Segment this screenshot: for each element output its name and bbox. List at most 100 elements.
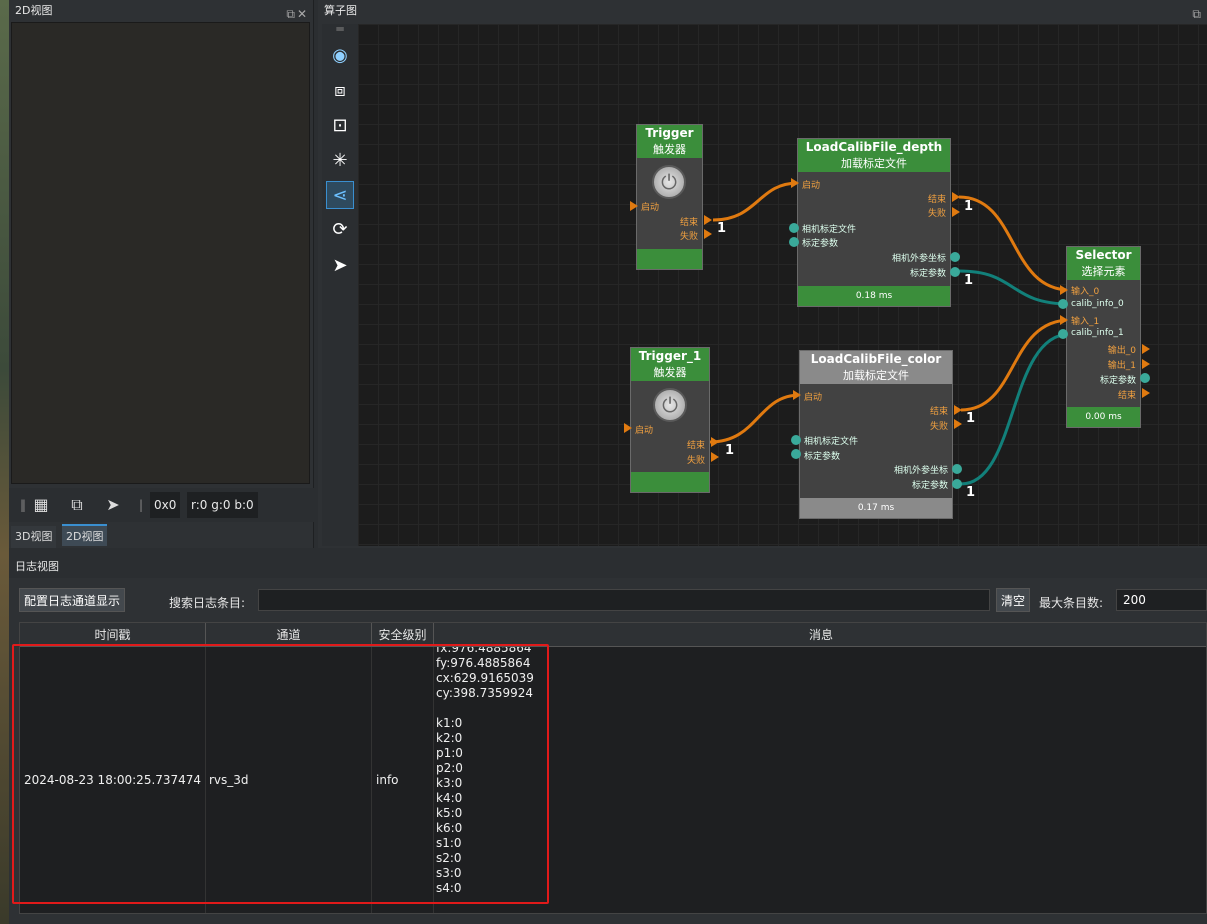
refresh-icon[interactable]: ⟳ <box>326 216 354 244</box>
port-end: 结束 <box>686 441 705 451</box>
pin-out[interactable] <box>952 464 962 474</box>
node-color-time: 0.17 ms <box>800 498 952 518</box>
pin-out[interactable] <box>711 452 719 462</box>
pin-out[interactable] <box>711 437 719 447</box>
toolbar-handle-icon[interactable]: ═ <box>326 23 354 38</box>
node-load-calib-color[interactable]: LoadCalibFile_color 加载标定文件 启动 结束 失败 相机标定文… <box>799 350 953 519</box>
col-message[interactable]: 消息 <box>434 623 1206 647</box>
fit-view-icon[interactable]: ⧈ <box>326 77 354 105</box>
node-trigger-1-head: Trigger_1 触发器 <box>631 348 709 381</box>
port-start: 启动 <box>804 393 823 403</box>
port-end: 结束 <box>929 407 948 417</box>
power-icon[interactable]: ⏻ <box>652 165 686 199</box>
node-selector[interactable]: Selector 选择元素 输入_0 calib_info_0 输入_1 cali… <box>1066 246 1141 428</box>
panel-2d-title-text: 2D视图 <box>15 4 53 17</box>
pin-in[interactable] <box>789 237 799 247</box>
pin-in[interactable] <box>791 435 801 445</box>
node-trigger[interactable]: Trigger 触发器 ⏻ 启动 结束 失败 <box>636 124 703 270</box>
node-selector-head: Selector 选择元素 <box>1067 247 1140 280</box>
pin-out[interactable] <box>952 479 962 489</box>
pin-out[interactable] <box>1140 373 1150 383</box>
pin-out[interactable] <box>952 192 960 202</box>
port-input-1: 输入_1 <box>1071 317 1100 327</box>
pin-in[interactable] <box>791 178 799 188</box>
tab-3d-view[interactable]: 3D视图 <box>11 526 57 548</box>
pin-in[interactable] <box>1060 315 1068 325</box>
search-label: 搜索日志条目: <box>169 596 246 610</box>
node-depth-sub: 加载标定文件 <box>841 157 907 170</box>
pin-out[interactable] <box>1142 359 1150 369</box>
pin-out[interactable] <box>952 207 960 217</box>
port-start: 启动 <box>641 203 660 213</box>
eye-icon[interactable]: ◉ <box>326 42 354 70</box>
pin-out[interactable] <box>1142 344 1150 354</box>
max-entries-input[interactable]: 200 <box>1116 589 1207 611</box>
pin-out[interactable] <box>954 405 962 415</box>
config-log-channels-button[interactable]: 配置日志通道显示 <box>19 588 126 612</box>
rgb-readout: r:0 g:0 b:0 <box>187 492 258 518</box>
windows-icon[interactable]: ⧉ <box>65 493 89 517</box>
node-selector-time: 0.00 ms <box>1067 407 1140 427</box>
pin-in[interactable] <box>791 449 801 459</box>
node-load-calib-depth[interactable]: LoadCalibFile_depth 加载标定文件 启动 结束 失败 相机标定文… <box>797 138 951 307</box>
pin-in[interactable] <box>1060 285 1068 295</box>
graph-title: 算子图 ⧉ <box>318 0 1207 22</box>
pin-out[interactable] <box>950 267 960 277</box>
port-end: 结束 <box>927 195 946 205</box>
clear-button[interactable]: 清空 <box>996 588 1031 612</box>
node-trigger-1[interactable]: Trigger_1 触发器 ⏻ 启动 结束 失败 <box>630 347 710 493</box>
pin-in[interactable] <box>793 390 801 400</box>
layout-icon[interactable]: ▦ <box>29 493 53 517</box>
pin-out[interactable] <box>1142 388 1150 398</box>
desktop-edge <box>0 0 9 924</box>
node-trigger-head: Trigger 触发器 <box>637 125 702 158</box>
pin-in[interactable] <box>1058 329 1068 339</box>
panel-2d-view: 2D视图 ⧉✕ ‖ ▦ ⧉ ➤ | 0x0 r:0 g:0 b:0 3D视图 2… <box>9 0 314 548</box>
graph-canvas[interactable]: Trigger 触发器 ⏻ 启动 结束 失败 1 Trigger_1 触发器 ⏻ 启… <box>358 24 1207 546</box>
cursor-icon[interactable]: ➤ <box>326 252 354 280</box>
port-param-in: 标定参数 <box>802 239 839 249</box>
node-footer <box>637 249 702 269</box>
graph-float-icon[interactable]: ⧉ <box>1192 3 1203 25</box>
tab-2d-view[interactable]: 2D视图 <box>62 524 108 546</box>
pin-out[interactable] <box>954 419 962 429</box>
graph-toolbar: ═ ◉ ⧈ ⊡ ✳ ⋖ ⟳ ➤ <box>322 23 358 546</box>
port-calib-file: 相机标定文件 <box>802 225 857 235</box>
cursor-icon[interactable]: ➤ <box>101 493 125 517</box>
zoom-select-icon[interactable]: ⊡ <box>326 112 354 140</box>
node-trigger-sub: 触发器 <box>653 143 686 156</box>
node-trigger-name: Trigger <box>645 126 694 140</box>
node-color-head: LoadCalibFile_color 加载标定文件 <box>800 351 952 384</box>
port-fail: 失败 <box>679 232 698 242</box>
edge-count: 1 <box>966 411 976 426</box>
pin-in[interactable] <box>789 223 799 233</box>
wire-color-param-to-selector <box>960 332 1071 486</box>
edge-count: 1 <box>725 443 735 458</box>
pin-in[interactable] <box>624 423 632 433</box>
wire-depth-end-to-selector <box>958 195 1071 292</box>
port-output-0: 输出_0 <box>1107 346 1136 356</box>
node-trigger-1-sub: 触发器 <box>653 366 687 379</box>
pin-in[interactable] <box>630 201 638 211</box>
operator-graph-panel: 算子图 ⧉ ═ ◉ ⧈ ⊡ ✳ ⋖ ⟳ ➤ Trigger 触发器 ⏻ 启动 结束 … <box>318 0 1207 548</box>
pin-out[interactable] <box>704 229 712 239</box>
port-param-out: 标定参数 <box>909 269 946 279</box>
search-log-input[interactable] <box>258 589 990 611</box>
share-graph-icon[interactable]: ⋖ <box>326 181 354 209</box>
image-view-2d[interactable] <box>11 22 310 484</box>
port-start: 启动 <box>635 426 654 436</box>
node-selector-sub: 选择元素 <box>1081 265 1126 278</box>
pin-out[interactable] <box>704 215 712 225</box>
collapse-icon[interactable]: ✳ <box>326 147 354 175</box>
node-depth-head: LoadCalibFile_depth 加载标定文件 <box>798 139 950 172</box>
size-readout: 0x0 <box>150 492 181 518</box>
edge-count: 1 <box>966 485 976 500</box>
power-icon[interactable]: ⏻ <box>653 388 687 422</box>
port-fail: 失败 <box>686 456 705 466</box>
pin-in[interactable] <box>1058 299 1068 309</box>
node-color-sub: 加载标定文件 <box>843 369 909 382</box>
port-fail: 失败 <box>927 209 946 219</box>
highlight-box <box>12 644 549 904</box>
view-2d-toolbar: ‖ ▦ ⧉ ➤ | 0x0 r:0 g:0 b:0 <box>9 488 314 522</box>
pin-out[interactable] <box>950 252 960 262</box>
